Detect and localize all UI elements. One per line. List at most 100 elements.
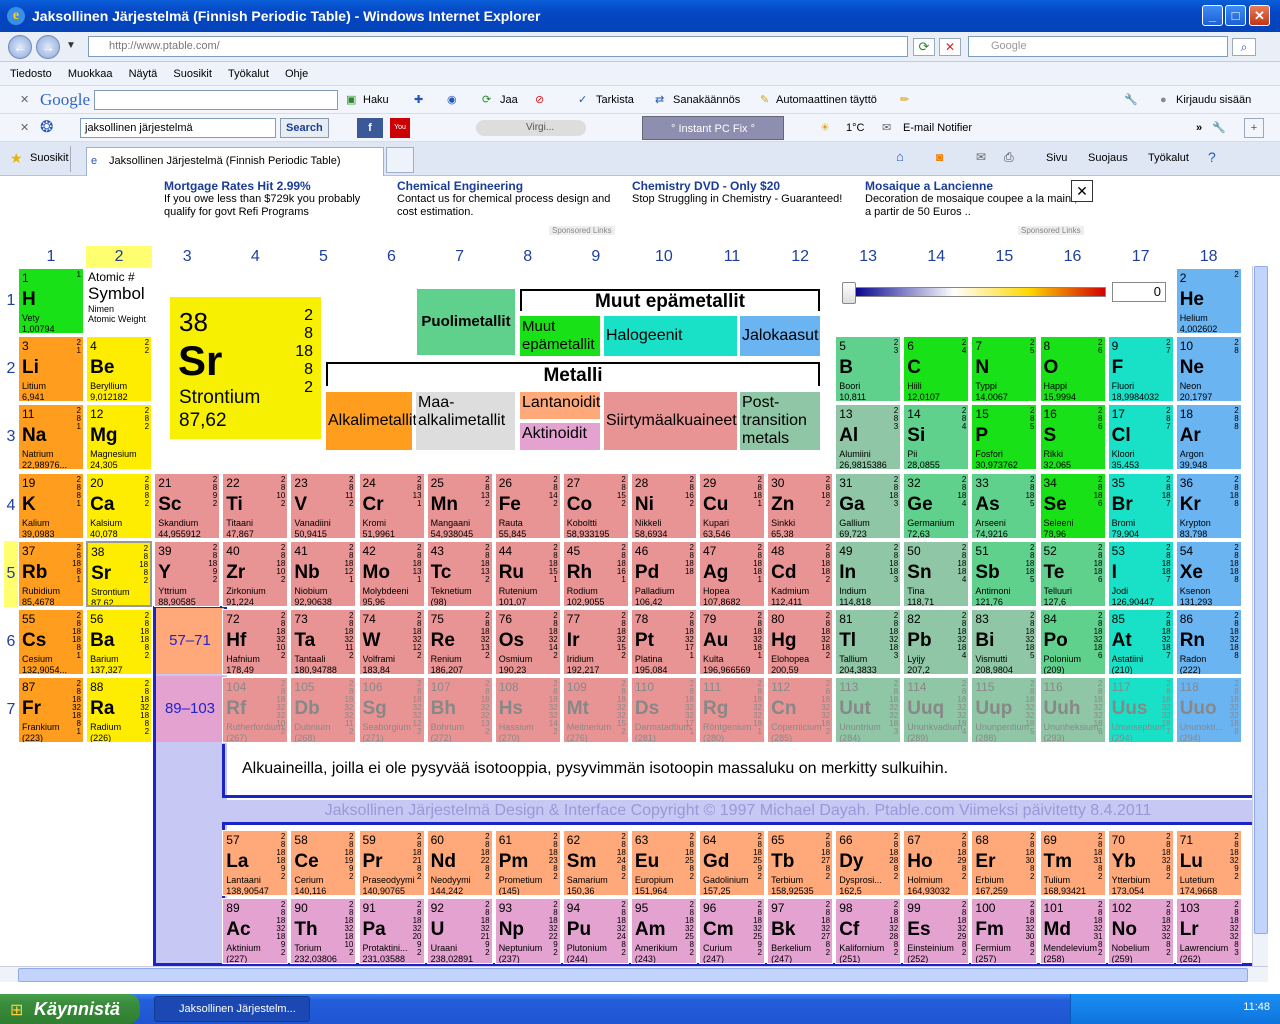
group-header[interactable]: 1 [18,246,84,268]
element-cell[interactable]: 76 Os Osmium 190,23 2 8 18 32 14 2 [494,609,561,675]
group-header[interactable]: 8 [495,246,561,268]
group-header[interactable]: 4 [222,246,288,268]
element-cell[interactable]: 9 F Fluori 18,9984032 2 7 [1107,336,1174,403]
element-cell[interactable]: 22 Ti Titaani 47,867 2 8 10 2 [222,472,289,539]
menu-view[interactable]: Näytä [129,62,158,86]
element-cell[interactable]: 118 Uuo Ununokti... (294) 2 8 18 32 32 18 8 [1175,677,1242,744]
close-toolbar2-icon[interactable]: ✕ [20,114,29,142]
element-cell[interactable]: 15 P Fosfori 30,973762 2 8 5 [971,404,1038,471]
element-cell[interactable]: 45 Rh Rodium 102,9055 2 8 18 16 1 [562,540,629,607]
period-header[interactable]: 1 [4,268,18,334]
element-cell[interactable]: 78 Pt Platina 195,084 2 8 18 32 17 1 [630,609,697,675]
group-header[interactable]: 14 [903,246,969,268]
legend-post-transition[interactable]: Post-transition metals [740,392,820,450]
element-cell[interactable]: 17 Cl Kloori 35,453 2 8 7 [1107,404,1174,471]
temperature-slider[interactable] [852,287,1106,297]
element-cell[interactable]: 3 Li Litium 6,941 2 1 [18,336,84,403]
element-cell[interactable]: 97 Bk Berkelium (247) 2 8 18 32 27 8 2 [767,898,834,964]
history-dropdown-icon[interactable]: ▼ [66,40,76,51]
print-icon[interactable]: ⎙ [1004,150,1014,165]
element-cell[interactable]: 48 Cd Kadmium 112,411 2 8 18 18 2 [767,540,834,607]
element-cell[interactable]: 103 Lr Lawrencium (262) 2 8 18 32 32 8 3 [1175,898,1242,964]
element-cell[interactable]: 68 Er Erbium 167,259 2 8 18 30 8 2 [971,830,1038,896]
element-cell[interactable]: 87 Fr Frankium (223) 2 8 18 32 18 8 1 [18,677,84,744]
ad-item[interactable]: Chemistry DVD - Only $20 Stop Struggling … [632,180,852,219]
element-cell[interactable]: 7 N Typpi 14,0067 2 5 [971,336,1038,403]
element-cell[interactable]: 67 Ho Holmium 164,93032 2 8 18 29 8 2 [903,830,970,896]
element-cell[interactable]: 1 H Vety 1,00794 1 [18,268,84,334]
close-button[interactable]: ✕ [1249,5,1270,26]
element-cell[interactable]: 58 Ce Cerium 140,116 2 8 18 19 9 2 [290,830,357,896]
period-header[interactable]: 3 [4,404,18,470]
element-cell[interactable]: 63 Eu Europium 151,964 2 8 18 25 8 2 [630,830,697,896]
group-header[interactable]: 13 [835,246,901,268]
element-cell[interactable]: 50 Sn Tina 118,71 2 8 18 18 4 [903,540,970,607]
element-cell[interactable]: 19 K Kalium 39,0983 2 8 8 1 [18,472,84,539]
scroll-thumb[interactable] [1254,266,1268,934]
element-cell[interactable]: 107 Bh Bohrium (272) 2 8 18 32 32 13 2 [426,677,493,744]
element-cell[interactable]: 74 W Volframi 183,84 2 8 18 32 12 2 [358,609,425,675]
element-cell[interactable]: 73 Ta Tantaali 180,94788 2 8 18 32 11 2 [290,609,357,675]
element-cell[interactable]: 49 In Indium 114,818 2 8 18 18 3 [835,540,902,607]
rss-icon[interactable]: ◙ [936,150,943,164]
element-cell[interactable]: 27 Co Koboltti 58,933195 2 8 15 2 [562,472,629,539]
email-notifier-button[interactable]: E-mail Notifier [903,114,972,142]
element-cell[interactable]: 35 Br Bromi 79,904 2 8 18 7 [1107,472,1174,539]
element-cell[interactable]: 12 Mg Magnesium 24,305 2 8 2 [86,404,153,471]
period-header[interactable]: 4 [4,473,18,539]
wrench-icon[interactable]: 🔧 [1124,86,1138,114]
element-cell[interactable]: 5 B Boori 10,811 2 3 [835,336,902,403]
element-cell[interactable]: 69 Tm Tulium 168,93421 2 8 18 31 8 2 [1039,830,1106,896]
new-tab-button[interactable] [386,147,414,173]
element-cell[interactable]: 62 Sm Samarium 150,36 2 8 18 24 8 2 [562,830,629,896]
element-cell[interactable]: 31 Ga Gallium 69,723 2 8 18 3 [835,472,902,539]
legend-actinoids[interactable]: Aktinoidit [520,423,600,450]
legend-alkaline-earth[interactable]: Maa-alkalimetallit [416,392,515,450]
legend-transition[interactable]: Siirtymäalkuaineet [604,392,737,450]
element-cell[interactable]: 116 Uuh Ununheksium (293) 2 8 18 32 32 18 6 [1039,677,1106,744]
element-cell[interactable]: 26 Fe Rauta 55,845 2 8 14 2 [494,472,561,539]
element-cell[interactable]: 77 Ir Iridium 192,217 2 8 18 32 15 2 [562,609,629,675]
element-cell[interactable]: 86 Rn Radon (222) 2 8 18 32 18 8 [1175,609,1242,675]
element-cell[interactable]: 33 As Arseeni 74,9216 2 8 18 5 [971,472,1038,539]
ad-headline[interactable]: Chemistry DVD - Only $20 [632,180,852,193]
period-header[interactable]: 7 [4,677,18,743]
element-cell[interactable]: 24 Cr Kromi 51,9961 2 8 13 1 [358,472,425,539]
element-cell[interactable]: 105 Db Dubnium (268) 2 8 18 32 32 11 2 [290,677,357,744]
element-cell[interactable]: 39 Y Yttrium 88,90585 2 8 18 9 2 [154,540,221,607]
element-cell[interactable]: 91 Pa Protaktini... 231,03588 2 8 18 32 20 9… [358,898,425,964]
element-cell[interactable]: 98 Cf Kalifornium (251) 2 8 18 32 28 8 2 [835,898,902,964]
share-button[interactable]: Jaa [500,86,518,114]
favorites-button[interactable]: Suosikit [30,152,69,164]
element-cell[interactable]: 4 Be Beryllium 9,012182 2 2 [86,336,153,403]
element-cell[interactable]: 109 Mt Meitnerium (276) 2 8 18 32 32 15 2 [562,677,629,744]
group-header[interactable]: 9 [563,246,629,268]
menu-edit[interactable]: Muokkaa [68,62,113,86]
element-cell[interactable]: 81 Tl Tallium 204,3833 2 8 18 32 18 3 [835,609,902,675]
stop-icon[interactable]: ✕ [939,38,961,56]
group-header[interactable]: 17 [1108,246,1174,268]
element-cell[interactable]: 20 Ca Kalsium 40,078 2 8 8 2 [86,472,153,539]
facebook-icon[interactable]: f [357,118,383,138]
element-cell[interactable]: 56 Ba Barium 137,327 2 8 18 18 8 2 [86,609,153,675]
google-search-input[interactable] [94,90,338,110]
safety-menu[interactable]: Suojaus [1088,152,1128,164]
ad-item[interactable]: Chemical Engineering Contact us for chemi… [397,180,617,219]
element-cell[interactable]: 114 Uuq Ununkvadium (289) 2 8 18 32 32 18 4 [903,677,970,744]
element-cell[interactable]: 37 Rb Rubidium 85,4678 2 8 18 8 1 [18,540,84,607]
temperature-label[interactable]: 1°C [846,114,864,142]
search-box[interactable]: Google [968,36,1228,57]
element-cell[interactable]: 54 Xe Ksenon 131,293 2 8 18 18 8 [1175,540,1242,607]
element-cell[interactable]: 104 Rf Rutherfordium (267) 2 8 18 32 32 10 2 [222,677,289,744]
element-cell[interactable]: 84 Po Polonium (209) 2 8 18 32 18 6 [1039,609,1106,675]
menu-file[interactable]: Tiedosto [10,62,52,86]
element-cell[interactable]: 110 Ds Darmstadtium (281) 2 8 18 32 32 17 1 [630,677,697,744]
element-cell[interactable]: 38 Sr Strontium 87,62 2 8 18 8 2 [86,540,153,607]
element-cell[interactable]: 111 Rg Röntgenium (280) 2 8 18 32 32 18 1 [699,677,765,744]
element-cell[interactable]: 32 Ge Germanium 72,63 2 8 18 4 [903,472,970,539]
search-icon[interactable]: ⌕ [1232,38,1256,56]
element-cell[interactable]: 44 Ru Rutenium 101,07 2 8 18 15 1 [494,540,561,607]
element-cell[interactable]: 61 Pm Prometium (145) 2 8 18 23 8 2 [494,830,561,896]
element-cell[interactable]: 51 Sb Antimoni 121,76 2 8 18 18 5 [971,540,1038,607]
element-cell[interactable]: 80 Hg Elohopea 200,59 2 8 18 32 18 2 [767,609,834,675]
